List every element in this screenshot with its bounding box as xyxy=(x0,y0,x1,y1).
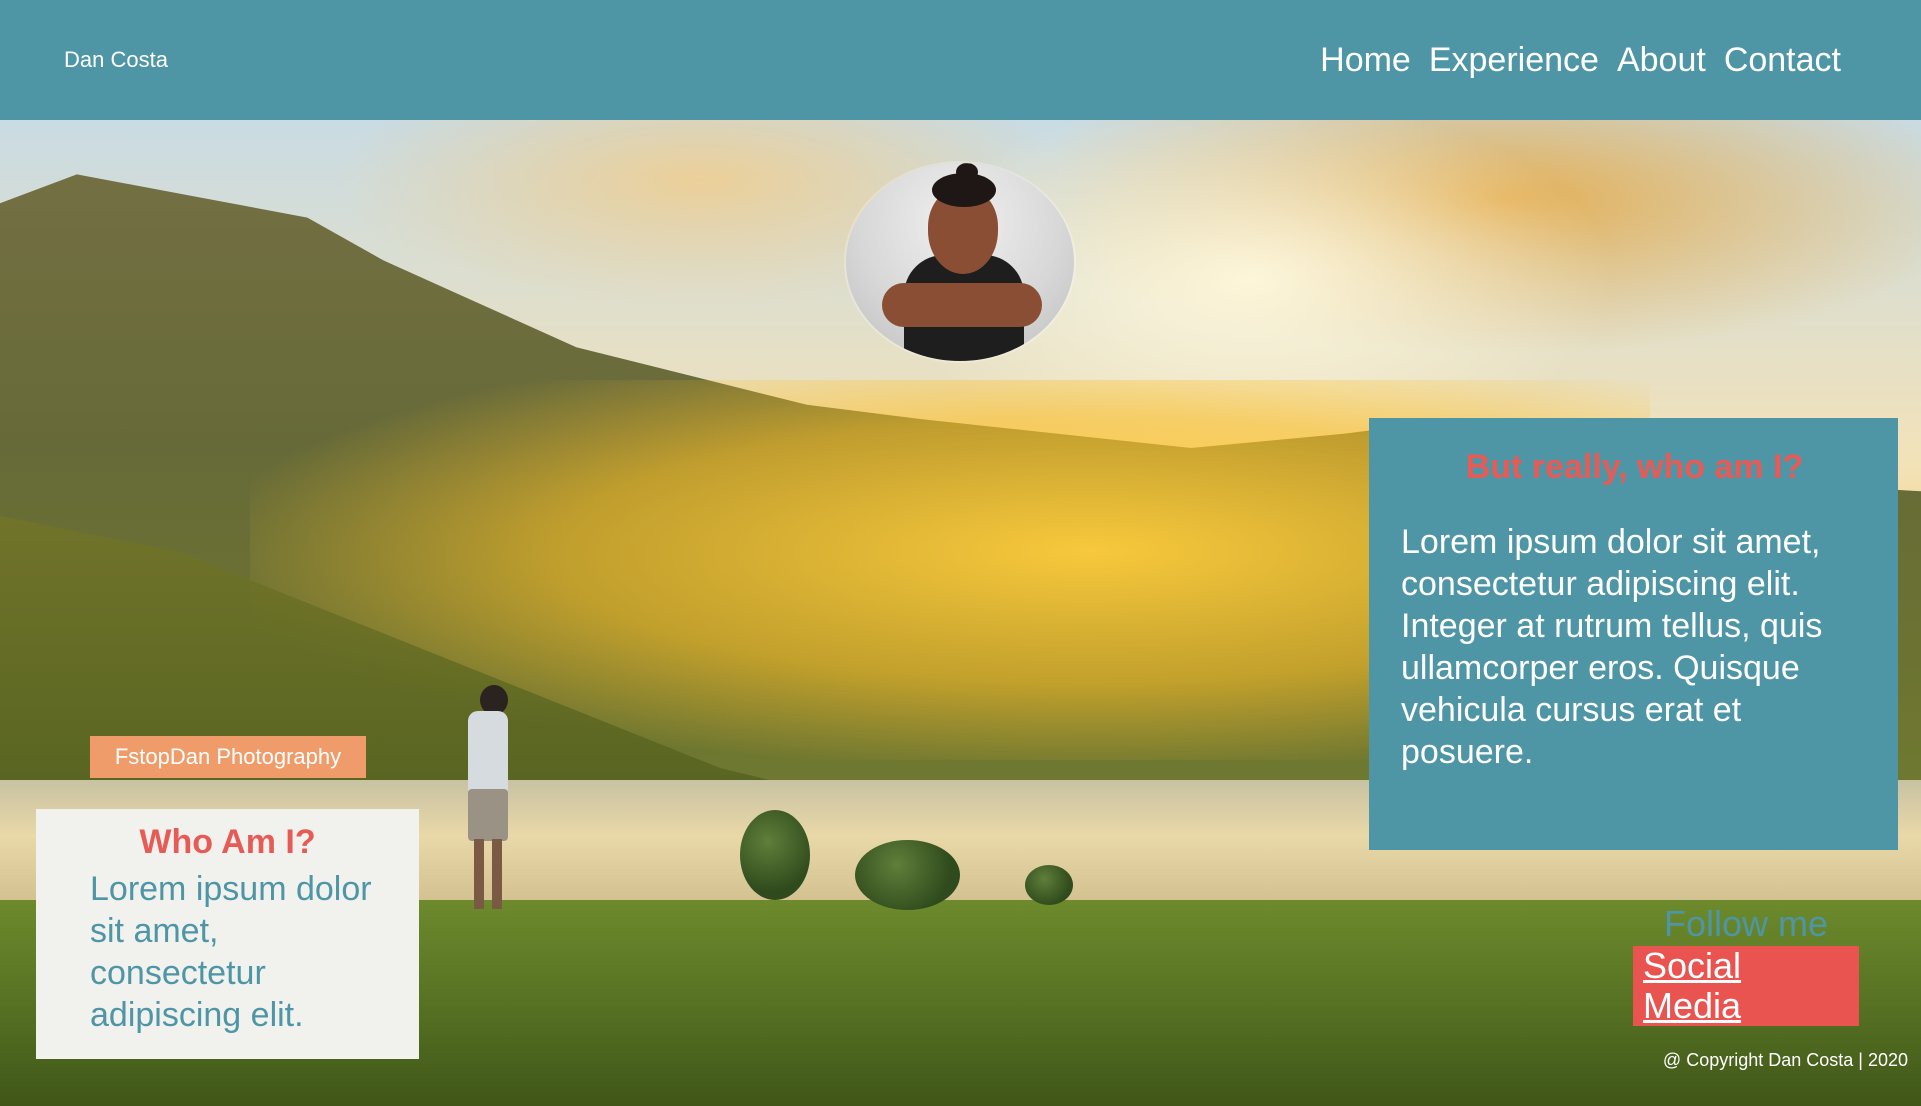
about-info-card: But really, who am I? Lorem ipsum dolor … xyxy=(1369,418,1898,850)
avatar-hair-bun xyxy=(956,163,978,181)
photographer-torso xyxy=(468,711,508,793)
nav-about[interactable]: About xyxy=(1617,41,1706,80)
social-media-button[interactable]: Social Media xyxy=(1633,946,1859,1026)
bush xyxy=(740,810,810,900)
main-nav: Home Experience About Contact xyxy=(1320,41,1841,80)
bush xyxy=(1025,865,1073,905)
photographer-leg xyxy=(492,839,502,909)
site-brand[interactable]: Dan Costa xyxy=(64,47,168,73)
photographer-leg xyxy=(474,839,484,909)
photographer xyxy=(458,685,518,915)
nav-experience[interactable]: Experience xyxy=(1429,41,1599,80)
photography-tag: FstopDan Photography xyxy=(90,736,366,778)
info-card-title: But really, who am I? xyxy=(1465,448,1804,486)
bush xyxy=(855,840,960,910)
who-am-i-card: Who Am I? Lorem ipsum dolor sit amet, co… xyxy=(36,809,419,1059)
photographer-shorts xyxy=(468,789,508,841)
profile-avatar xyxy=(846,163,1074,361)
avatar-arms xyxy=(882,283,1042,327)
follow-label: Follow me xyxy=(1663,903,1829,944)
follow-section: Follow me Social Media xyxy=(1633,902,1859,1026)
page: Dan Costa Home Experience About Contact … xyxy=(0,0,1921,1106)
info-card-text: Lorem ipsum dolor sit amet, consectetur … xyxy=(1401,523,1823,771)
nav-home[interactable]: Home xyxy=(1320,41,1411,80)
nav-contact[interactable]: Contact xyxy=(1724,41,1841,80)
who-am-i-text: Lorem ipsum dolor sit amet, consectetur … xyxy=(90,870,372,1034)
who-am-i-title: Who Am I? xyxy=(139,823,316,861)
site-header: Dan Costa Home Experience About Contact xyxy=(0,0,1921,120)
copyright-text: @ Copyright Dan Costa | 2020 xyxy=(1662,1050,1908,1070)
